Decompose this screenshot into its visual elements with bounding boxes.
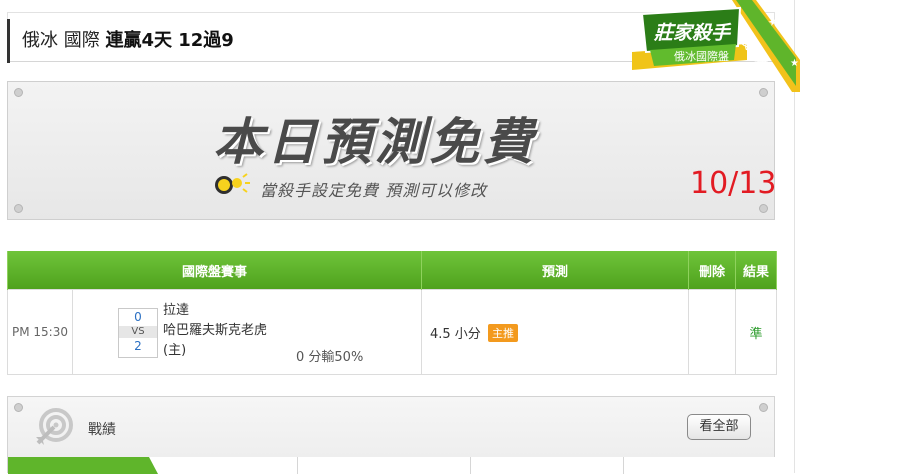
screw-icon [759,204,768,213]
target-icon [36,408,73,445]
title-streak: 連贏4天 12過9 [105,30,234,51]
banner-subtext: 當殺手設定免費 預測可以修改 [260,181,488,200]
screw-icon [14,403,23,412]
view-all-button[interactable]: 看全部 [687,414,751,440]
badge-main-label: 莊家殺手 [654,22,731,44]
tab-divider [297,457,298,474]
title-prefix: 俄冰 國際 [22,30,100,51]
match-detail: 0 VS 2 拉達 哈巴羅夫斯克老虎 (主) 0 分輸50% [73,290,422,374]
score-away: 0 [134,310,142,324]
banner-headline: 本日預測免費 [213,113,537,171]
col-header-result: 結果 [735,251,777,290]
tab-divider [623,457,624,474]
record-tab-active[interactable] [8,457,158,474]
score-home: 2 [134,339,142,353]
table-row: PM 15:30 0 VS 2 拉達 哈巴羅夫斯克老虎 (主) 0 分輸50% [7,289,777,375]
main-pick-tag: 主推 [487,323,518,342]
prediction-cell: 4.5 小分 主推 [421,289,689,375]
col-header-prediction: 預測 [421,251,689,290]
prediction-table: 國際盤賽事 預測 刪除 結果 PM 15:30 0 VS 2 拉達 哈巴羅夫斯克… [7,251,777,375]
page-title: 俄冰 國際 連贏4天 12過9 [22,26,234,52]
header-accent-bar [7,19,10,63]
vs-label: VS [119,326,157,338]
screw-icon [14,88,23,97]
badge-sub-label: 俄冰國際盤 [674,50,729,63]
table-header-row: 國際盤賽事 預測 刪除 結果 [7,251,777,290]
screw-icon [759,403,768,412]
screw-icon [14,204,23,213]
handicap-line: 0 分輸50% [296,350,364,365]
delete-cell[interactable] [688,289,736,375]
record-tabs-strip [8,457,776,474]
match-time: PM 15:30 [12,325,68,339]
lightbulb-icon [215,173,250,194]
result-cell: 準 [735,289,777,375]
team-home: 哈巴羅夫斯克老虎 [163,323,268,338]
col-header-delete: 刪除 [688,251,736,290]
match-time-cell: PM 15:30 [8,290,73,374]
home-marker: (主) [163,343,187,358]
team-away: 拉達 [163,303,190,318]
score-box: 0 VS 2 [118,308,158,358]
banner-date: 10/13 [690,166,777,201]
col-header-event: 國際盤賽事 [7,251,422,290]
record-panel: 戰績 看全部 [7,396,776,474]
free-prediction-banner: 本日預測免費 當殺手設定免費 預測可以修改 10/13 [7,81,777,220]
record-label: 戰績 [88,422,116,438]
prediction-value: 4.5 小分 [430,326,481,342]
match-cell: PM 15:30 0 VS 2 拉達 哈巴羅夫斯克老虎 (主) 0 分輸50% [7,289,422,375]
team-names: 拉達 哈巴羅夫斯克老虎 (主) [163,301,267,361]
svg-text:★: ★ [790,58,799,69]
screw-icon [759,88,768,97]
tab-divider [470,457,471,474]
